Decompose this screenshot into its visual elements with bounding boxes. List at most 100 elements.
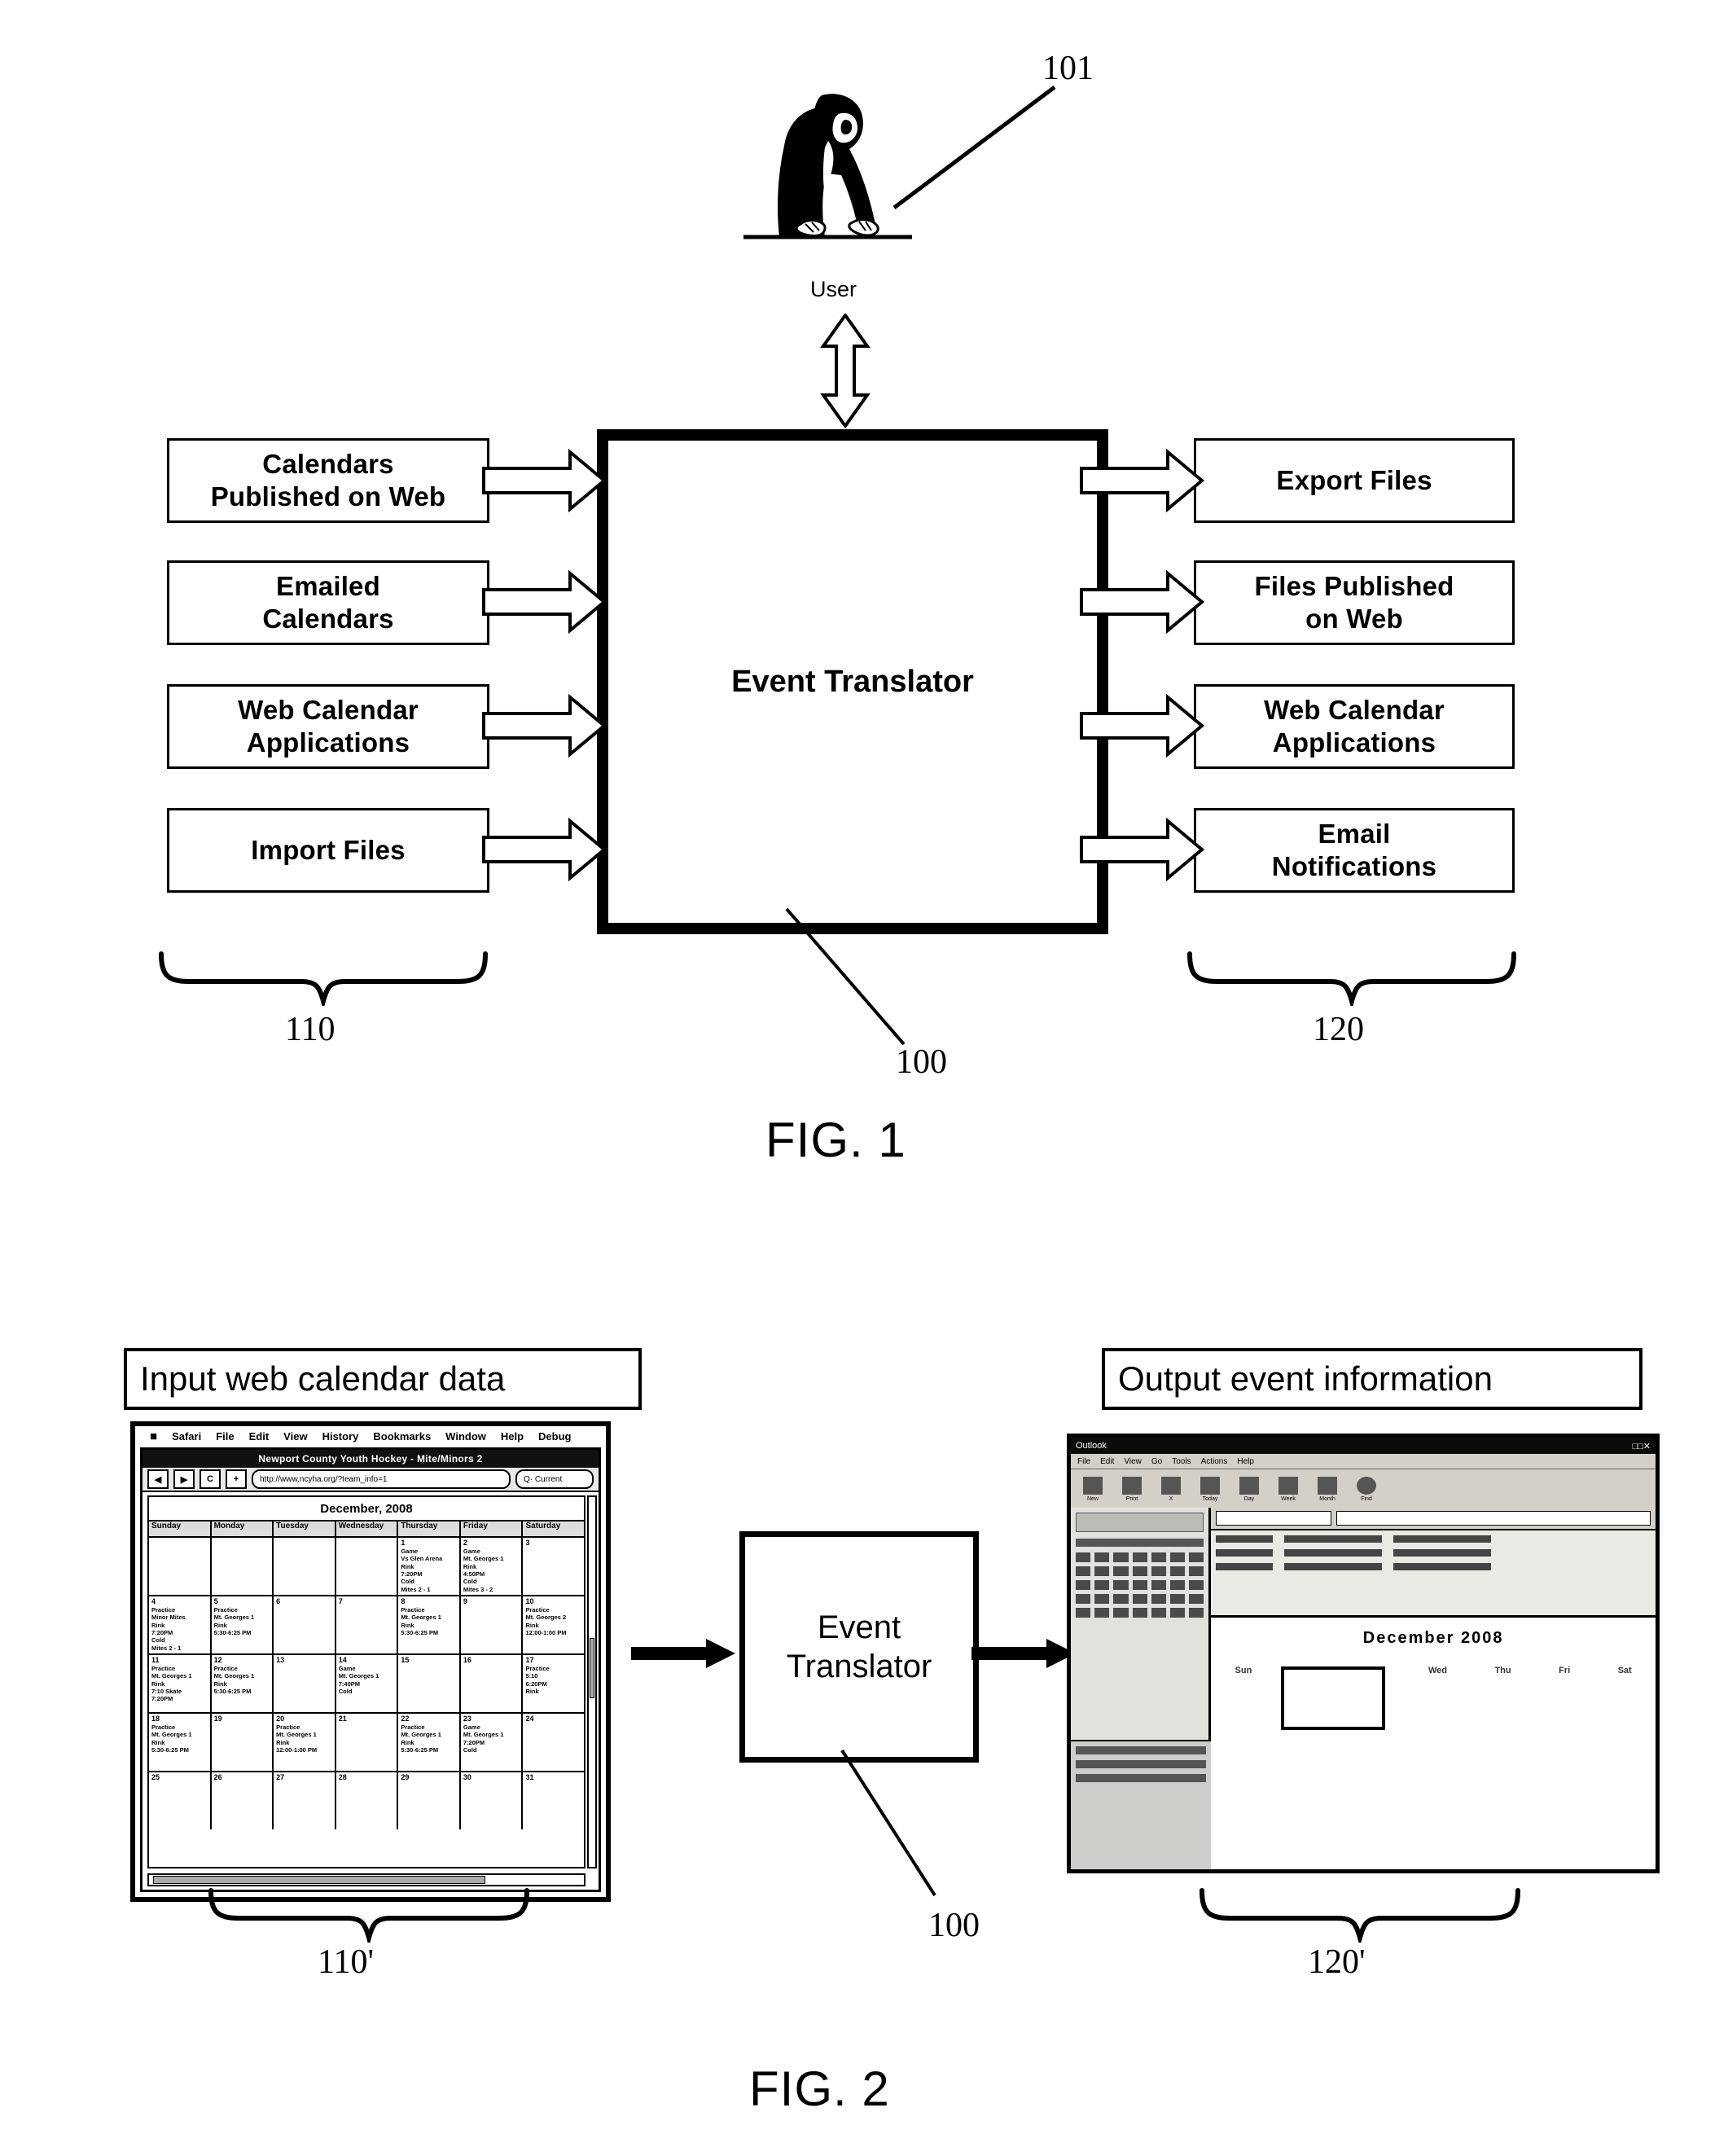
toolbar-button-today[interactable]: Today	[1196, 1473, 1224, 1505]
toolbar-button-print[interactable]: Print	[1118, 1473, 1146, 1505]
calendar-day-cell[interactable]: 21	[336, 1714, 399, 1771]
calendar-event[interactable]: Mt. Georges 1	[463, 1555, 520, 1562]
calendar-event[interactable]: Practice	[151, 1606, 208, 1614]
address-bar[interactable]: http://www.ncyha.org/?team_info=1	[252, 1469, 511, 1489]
reload-button[interactable]: C	[200, 1469, 221, 1489]
calendar-event[interactable]: 7:40PM	[339, 1680, 395, 1688]
calendar-event[interactable]: Rink	[525, 1688, 581, 1695]
calendar-day-cell[interactable]: 25	[149, 1772, 212, 1829]
horizontal-scrollbar[interactable]	[147, 1873, 586, 1886]
calendar-event[interactable]: Rink	[401, 1563, 457, 1570]
input-box-emailed-calendars[interactable]: Emailed Calendars	[167, 560, 489, 645]
calendar-event[interactable]: Rink	[214, 1680, 270, 1688]
calendar-day-cell[interactable]: 22 Practice Mt. Georges 1 Rink 5:30-6:25 PM	[398, 1714, 461, 1771]
calendar-event[interactable]: Practice	[525, 1665, 581, 1672]
calendar-day-cell[interactable]: 14 Game Mt. Georges 1 7:40PM Cold	[336, 1655, 399, 1712]
menu-item-bookmarks[interactable]: Bookmarks	[373, 1430, 431, 1442]
toolbar-button-find[interactable]: Find	[1353, 1473, 1380, 1505]
calendar-event[interactable]: Practice	[276, 1723, 332, 1731]
calendar-day-cell[interactable]: 23 Game Mt. Georges 1 7:20PM Cold	[461, 1714, 524, 1771]
mac-menu-bar[interactable]: ■ Safari File Edit View History Bookmark…	[135, 1426, 606, 1446]
calendar-day-cell[interactable]: 27	[274, 1772, 336, 1829]
menu-item-edit[interactable]: Edit	[1100, 1457, 1114, 1466]
menu-item-actions[interactable]: Actions	[1201, 1457, 1228, 1466]
calendar-event[interactable]: Rink	[151, 1680, 208, 1688]
calendar-day-cell[interactable]: 24	[523, 1714, 584, 1771]
calendar-day-cell[interactable]: 3	[523, 1538, 584, 1595]
calendar-event[interactable]: Practice	[401, 1606, 457, 1614]
output-box-email-notifications[interactable]: Email Notifications	[1194, 808, 1515, 893]
app-toolbar[interactable]: New Print X Today Day Week Month Find	[1071, 1469, 1656, 1510]
calendar-day-cell[interactable]: 29	[398, 1772, 461, 1829]
calendar-day-cell[interactable]: 5 Practice Mt. Georges 1 Rink 5:30-6:25 PM	[212, 1596, 274, 1653]
menu-item-file[interactable]: File	[216, 1430, 234, 1442]
menu-item-window[interactable]: Window	[445, 1430, 486, 1442]
subject-field[interactable]	[1216, 1511, 1332, 1526]
calendar-event[interactable]: Cold	[463, 1578, 520, 1585]
calendar-event[interactable]: Mt. Georges 1	[214, 1614, 270, 1621]
calendar-event[interactable]: Game	[463, 1723, 520, 1731]
search-field[interactable]: Q· Current	[515, 1469, 594, 1489]
output-event-information-screenshot[interactable]: Outlook □□✕ File Edit View Go Tools Acti…	[1067, 1434, 1660, 1873]
calendar-event[interactable]: Mt. Georges 2	[525, 1614, 581, 1621]
calendar-day-cell[interactable]: 17 Practice 5:10 6:20PM Rink	[523, 1655, 584, 1712]
calendar-day-cell[interactable]: 15	[398, 1655, 461, 1712]
calendar-day-cell[interactable]: 13	[274, 1655, 336, 1712]
nav-search-box[interactable]	[1076, 1513, 1204, 1532]
calendar-event[interactable]: Practice	[525, 1606, 581, 1614]
calendar-event[interactable]: 5:30-6:25 PM	[401, 1629, 457, 1636]
navigation-pane-lower[interactable]	[1071, 1740, 1212, 1869]
calendar-event[interactable]: Mt. Georges 1	[401, 1614, 457, 1621]
calendar-event[interactable]: Mt. Georges 1	[401, 1731, 457, 1738]
calendar-day-cell[interactable]: 7	[336, 1596, 399, 1653]
calendar-event[interactable]: Rink	[214, 1622, 270, 1629]
calendar-event[interactable]: Rink	[276, 1739, 332, 1746]
calendar-day-cell[interactable]: 10 Practice Mt. Georges 2 Rink 12:00-1:00 PM	[523, 1596, 584, 1653]
calendar-day-cell[interactable]: 12 Practice Mt. Georges 1 Rink 5:30-6:25 PM	[212, 1655, 274, 1712]
calendar-day-cell[interactable]: 28	[336, 1772, 399, 1829]
mini-calendar-grid[interactable]	[1076, 1552, 1204, 1618]
calendar-event[interactable]: Rink	[401, 1622, 457, 1629]
calendar-event[interactable]: Practice	[151, 1665, 208, 1672]
calendar-event[interactable]: Cold	[463, 1746, 520, 1754]
menu-item-view[interactable]: View	[283, 1430, 307, 1442]
calendar-day-cell[interactable]: 2 Game Mt. Georges 1 Rink 4:50PM Cold Mites 3 …	[461, 1538, 524, 1595]
menu-item-edit[interactable]: Edit	[249, 1430, 270, 1442]
output-box-files-published-on-web[interactable]: Files Published on Web	[1194, 560, 1515, 645]
calendar-event[interactable]: Rink	[401, 1739, 457, 1746]
calendar-event[interactable]: Minor Mites	[151, 1614, 208, 1621]
toolbar-button-delete[interactable]: X	[1157, 1473, 1185, 1505]
calendar-event[interactable]: 12:00-1:00 PM	[276, 1746, 332, 1754]
calendar-day-cell[interactable]	[274, 1538, 336, 1595]
menu-item-history[interactable]: History	[322, 1430, 359, 1442]
calendar-event[interactable]: Rink	[525, 1622, 581, 1629]
calendar-event[interactable]: Mt. Georges 1	[151, 1672, 208, 1680]
calendar-event[interactable]: Mt. Georges 1	[214, 1672, 270, 1680]
calendar-event[interactable]: 5:30-6:25 PM	[214, 1688, 270, 1695]
calendar-event[interactable]: Rink	[151, 1622, 208, 1629]
forward-button[interactable]: ▶	[173, 1469, 195, 1489]
input-box-web-calendar-applications[interactable]: Web Calendar Applications	[167, 684, 489, 769]
menu-item-safari[interactable]: Safari	[172, 1430, 201, 1442]
menu-item-file[interactable]: File	[1077, 1457, 1090, 1466]
calendar-day-cell[interactable]	[212, 1538, 274, 1595]
calendar-event[interactable]: 6:20PM	[525, 1680, 581, 1688]
calendar-event[interactable]: Practice	[151, 1723, 208, 1731]
menu-item-go[interactable]: Go	[1151, 1457, 1162, 1466]
toolbar-button-day[interactable]: Day	[1235, 1473, 1263, 1505]
calendar-day-cell[interactable]	[336, 1538, 399, 1595]
calendar-day-cell[interactable]: 26	[212, 1772, 274, 1829]
add-bookmark-button[interactable]: +	[226, 1469, 247, 1489]
vertical-scrollbar[interactable]	[587, 1495, 597, 1868]
menu-item-view[interactable]: View	[1124, 1457, 1142, 1466]
calendar-event[interactable]: Practice	[401, 1723, 457, 1731]
calendar-day-cell[interactable]: 20 Practice Mt. Georges 1 Rink 12:00-1:00 PM	[274, 1714, 336, 1771]
output-box-export-files[interactable]: Export Files	[1194, 438, 1515, 523]
window-controls[interactable]: □□✕	[1632, 1441, 1651, 1451]
calendar-day-cell[interactable]: 31	[523, 1772, 584, 1829]
calendar-event[interactable]: 5:30-6:25 PM	[401, 1746, 457, 1754]
calendar-day-cell[interactable]: 18 Practice Mt. Georges 1 Rink 5:30-6:25 PM	[149, 1714, 212, 1771]
calendar-event[interactable]: 7:20PM	[401, 1570, 457, 1578]
input-box-import-files[interactable]: Import Files	[167, 808, 489, 893]
calendar-event[interactable]: 4:50PM	[463, 1570, 520, 1578]
